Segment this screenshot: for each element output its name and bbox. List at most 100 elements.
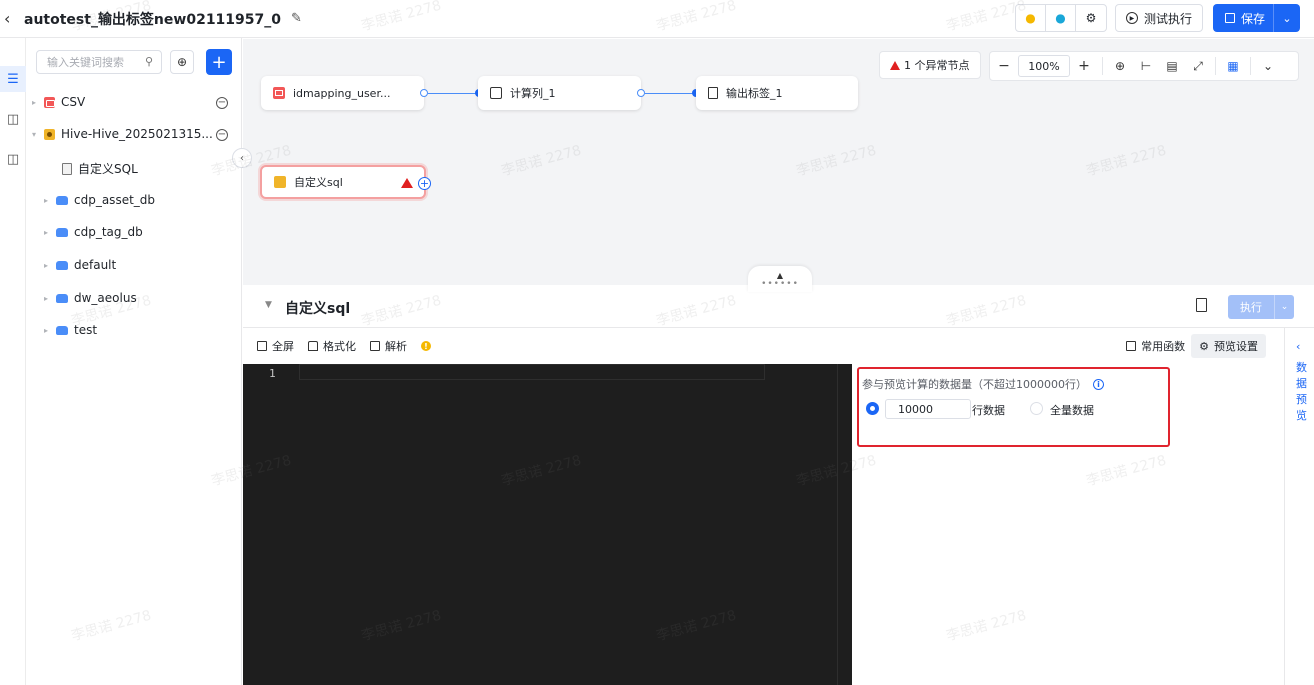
layout-tree-icon[interactable]: ⊢ — [1133, 59, 1159, 73]
output-tag-icon — [708, 87, 718, 99]
parse-button[interactable]: 解析 — [370, 338, 407, 354]
collapse-circle-icon[interactable]: − — [216, 97, 228, 109]
tree-node-label: Hive-Hive_2025021315... — [61, 127, 213, 141]
add-node-icon[interactable]: + — [418, 177, 431, 190]
run-button[interactable]: 执行 — [1228, 295, 1274, 319]
expand-arrow-icon[interactable]: ▸ — [44, 228, 56, 237]
collapse-caret-icon[interactable]: ▼ — [265, 300, 272, 310]
fullscreen-button[interactable]: 全屏 — [257, 338, 294, 354]
fullscreen-label: 全屏 — [272, 340, 294, 353]
divider — [1215, 57, 1216, 75]
expand-arrow-icon[interactable]: ▸ — [44, 261, 56, 270]
data-preview-side-tab[interactable]: ‹ 数据预览 — [1284, 328, 1314, 685]
expand-arrow-icon[interactable]: ▸ — [44, 196, 56, 205]
format-label: 格式化 — [323, 340, 356, 353]
preview-settings-button[interactable]: ⚙ 预览设置 — [1191, 334, 1266, 358]
center-icon[interactable]: ⊕ — [1107, 59, 1133, 73]
parse-icon — [370, 341, 380, 351]
output-port[interactable] — [420, 89, 428, 97]
tree-node-hive[interactable]: ▾ Hive-Hive_2025021315... — [32, 127, 213, 141]
tree-node-custom-sql[interactable]: 自定义SQL — [62, 160, 138, 177]
search-placeholder: 输入关键词搜索 — [47, 56, 124, 69]
tree-node-label: default — [74, 258, 117, 272]
warning-icon — [890, 60, 900, 70]
flow-node-output-tag[interactable]: 输出标签_1 — [696, 76, 858, 110]
database-icon — [56, 227, 68, 237]
tree-node-csv[interactable]: ▸ CSV — [32, 95, 85, 109]
add-button[interactable]: + — [206, 49, 232, 75]
flow-node-idmapping[interactable]: idmapping_user... — [261, 76, 424, 110]
data-preview-label: 数据预览 — [1296, 361, 1307, 422]
back-icon[interactable]: ‹ — [4, 9, 18, 28]
tree-node-label: test — [74, 323, 98, 337]
database-icon — [56, 293, 68, 303]
crosshair-icon: ⊕ — [176, 55, 188, 69]
toolbar-icon-group: ● ● ⚙ — [1014, 4, 1107, 32]
locate-button[interactable]: ⊕ — [170, 50, 194, 74]
flow-edge — [428, 93, 476, 94]
expand-arrow-icon[interactable]: ▾ — [32, 130, 44, 139]
tree-node-label: 自定义SQL — [78, 162, 138, 176]
output-port[interactable] — [637, 89, 645, 97]
flow-node-calc-column[interactable]: 计算列_1 — [478, 76, 641, 110]
edit-title-icon[interactable]: ✎ — [291, 11, 302, 26]
panel-drag-handle[interactable]: ▲ •••••• — [748, 266, 812, 292]
tree-node-label: cdp_asset_db — [74, 193, 156, 207]
save-label: 保存 — [1240, 11, 1265, 26]
line-number: 1 — [269, 367, 276, 380]
table-source-icon — [273, 87, 285, 99]
cube-icon[interactable]: ◫ — [0, 106, 26, 132]
play-icon: ▶ — [1125, 12, 1138, 24]
grid-icon[interactable]: ▦ — [1220, 59, 1246, 73]
sql-editor[interactable]: 1 — [243, 364, 852, 685]
editor-ruler — [837, 364, 838, 685]
flow-canvas[interactable]: idmapping_user... 计算列_1 输出标签_1 自定义sql + … — [243, 39, 1314, 285]
functions-button[interactable]: 常用函数 — [1126, 338, 1185, 354]
zoom-out-icon[interactable]: − — [990, 58, 1018, 74]
package-icon[interactable]: ◫ — [0, 146, 26, 172]
search-input[interactable]: 输入关键词搜索 ⚲ — [36, 50, 162, 74]
divider — [1250, 57, 1251, 75]
abnormal-node-badge[interactable]: 1 个异常节点 — [879, 51, 981, 79]
function-icon — [1126, 341, 1137, 351]
zoom-in-icon[interactable]: + — [1070, 58, 1098, 74]
functions-label: 常用函数 — [1141, 340, 1186, 353]
expand-arrow-icon[interactable]: ▸ — [32, 98, 44, 107]
database-icon — [56, 195, 68, 205]
datasource-icon[interactable]: ☰ — [0, 66, 26, 92]
plus-icon: + — [211, 51, 227, 73]
run-dropdown-chevron-icon[interactable]: ⌄ — [1274, 295, 1294, 319]
parse-warning: ! — [421, 341, 431, 351]
warning-circle-icon: ! — [421, 341, 431, 351]
test-run-button[interactable]: ▶ 测试执行 — [1114, 4, 1203, 32]
tree-node-db[interactable]: ▸ default — [44, 258, 116, 272]
collapse-panel-chevron-left-icon[interactable]: ‹ — [232, 148, 252, 168]
sql-file-icon — [62, 162, 72, 175]
chevron-down-icon[interactable]: ⌄ — [1255, 59, 1281, 73]
tree-node-db[interactable]: ▸ test — [44, 323, 97, 337]
tree-node-db[interactable]: ▸ cdp_tag_db — [44, 225, 143, 239]
tree-node-label: CSV — [61, 95, 86, 109]
expand-arrow-icon[interactable]: ▸ — [44, 294, 56, 303]
flow-node-label: 输出标签_1 — [726, 87, 783, 100]
collapse-circle-icon[interactable]: − — [216, 129, 228, 141]
basket-icon[interactable]: ▤ — [1159, 59, 1185, 73]
save-button[interactable]: 保存 — [1213, 4, 1274, 32]
test-run-label: 测试执行 — [1143, 11, 1192, 26]
expand-arrow-icon[interactable]: ▸ — [44, 326, 56, 335]
format-button[interactable]: 格式化 — [308, 338, 356, 354]
gear-icon[interactable]: ⚙ — [1076, 5, 1106, 31]
location-pin-icon[interactable]: ● — [1046, 5, 1076, 31]
fullscreen-icon[interactable]: ⤢ — [1185, 59, 1211, 74]
save-dropdown-chevron-icon[interactable]: ⌄ — [1274, 4, 1300, 32]
tree-node-db[interactable]: ▸ cdp_asset_db — [44, 193, 155, 207]
save-button-group: 保存 ⌄ — [1212, 4, 1300, 32]
tree-node-label: dw_aeolus — [74, 291, 137, 305]
search-icon: ⚲ — [144, 55, 153, 68]
editor-toolbar: 全屏 格式化 解析 ! 常用函数 ⚙ 预览设置 — [243, 328, 1284, 364]
database-icon — [56, 325, 68, 335]
zoom-level[interactable]: 100% — [1018, 55, 1070, 77]
document-icon[interactable] — [1196, 298, 1207, 312]
lightbulb-icon[interactable]: ● — [1016, 5, 1046, 31]
tree-node-db[interactable]: ▸ dw_aeolus — [44, 291, 137, 305]
